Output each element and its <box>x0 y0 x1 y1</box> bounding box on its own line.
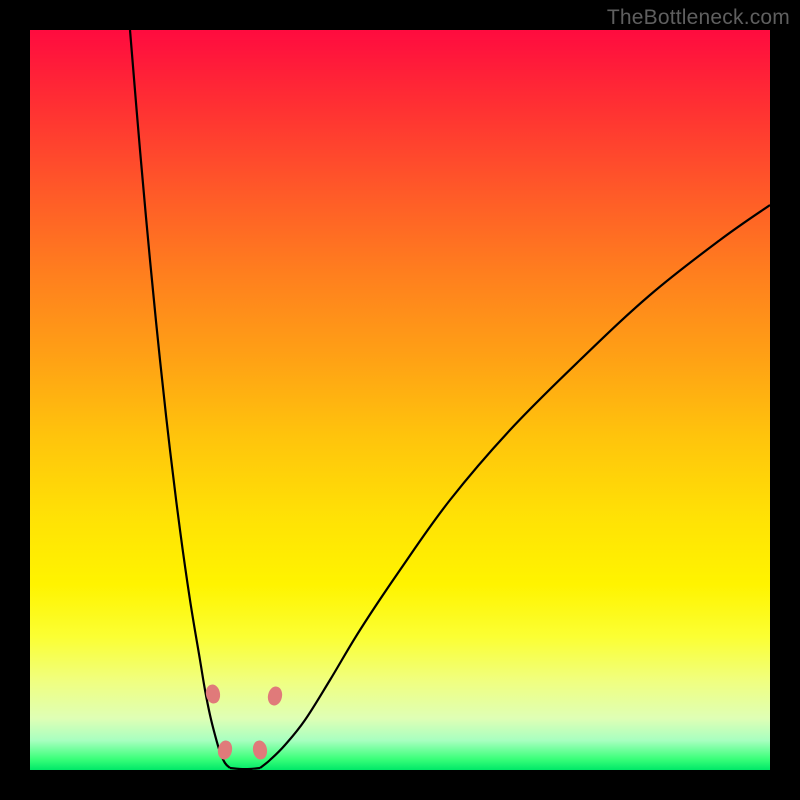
bottleneck-curve <box>30 30 770 770</box>
curve-left-branch <box>130 30 230 768</box>
curve-bottom-flat <box>230 768 260 769</box>
plot-area <box>30 30 770 770</box>
chart-frame: TheBottleneck.com <box>0 0 800 800</box>
curve-right-branch <box>260 205 770 768</box>
watermark-label: TheBottleneck.com <box>607 6 790 30</box>
